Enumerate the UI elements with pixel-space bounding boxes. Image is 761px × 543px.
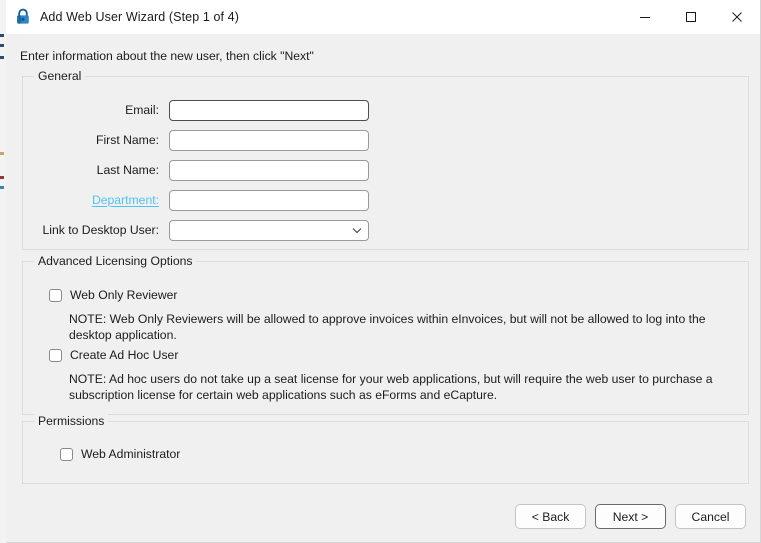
first-name-input[interactable]: [169, 129, 369, 151]
general-group: General Email: First Name: Last Name: De…: [22, 69, 749, 250]
link-to-desktop-user-label: Link to Desktop User:: [42, 223, 159, 237]
advanced-group-legend: Advanced Licensing Options: [34, 254, 197, 268]
bg-mark: [0, 34, 4, 37]
link-to-desktop-user-select[interactable]: [169, 219, 369, 241]
email-label: Email:: [125, 103, 159, 117]
field-row-email: Email:: [23, 99, 369, 121]
bg-mark: [0, 44, 4, 47]
last-name-label: Last Name:: [96, 163, 159, 177]
department-link[interactable]: Department:: [23, 193, 169, 207]
lock-icon: [14, 8, 32, 26]
web-only-reviewer-checkbox[interactable]: [49, 288, 62, 302]
advanced-licensing-options-group: Advanced Licensing Options Web Only Revi…: [22, 254, 749, 415]
close-icon: [732, 12, 742, 22]
web-only-reviewer-checkbox-row[interactable]: Web Only Reviewer: [49, 288, 177, 302]
close-button[interactable]: [714, 0, 760, 34]
field-row-first-name: First Name:: [23, 129, 369, 151]
instruction-text: Enter information about the new user, th…: [20, 49, 314, 63]
email-input[interactable]: [169, 99, 369, 121]
web-only-reviewer-note: NOTE: Web Only Reviewers will be allowed…: [69, 312, 706, 342]
cancel-button[interactable]: Cancel: [675, 504, 746, 529]
permissions-group-legend: Permissions: [34, 414, 109, 428]
bg-mark: [0, 176, 4, 179]
web-only-reviewer-label: Web Only Reviewer: [70, 288, 178, 302]
bg-mark: [0, 56, 4, 59]
chevron-down-icon: [346, 227, 368, 234]
last-name-input[interactable]: [169, 159, 369, 181]
first-name-label: First Name:: [96, 133, 159, 147]
permissions-group: Permissions Web Administrator: [22, 414, 749, 484]
minimize-icon: [640, 17, 650, 18]
window-controls: [622, 0, 760, 34]
create-ad-hoc-user-label: Create Ad Hoc User: [70, 348, 179, 362]
create-ad-hoc-user-checkbox[interactable]: [49, 348, 62, 362]
maximize-icon: [686, 12, 696, 22]
field-row-department: Department:: [23, 189, 369, 211]
back-button[interactable]: < Back: [515, 504, 586, 529]
general-group-legend: General: [34, 69, 86, 83]
add-web-user-wizard-dialog: Add Web User Wizard (Step 1 of 4) Enter …: [6, 0, 761, 543]
minimize-button[interactable]: [622, 0, 668, 34]
create-ad-hoc-user-note: NOTE: Ad hoc users do not take up a seat…: [69, 372, 713, 402]
dialog-footer: < Back Next > Cancel: [515, 504, 746, 529]
field-row-link-to-desktop-user: Link to Desktop User:: [23, 219, 369, 241]
field-row-last-name: Last Name:: [23, 159, 369, 181]
bg-mark: [0, 152, 4, 155]
web-administrator-checkbox[interactable]: [60, 447, 73, 461]
dialog-content: Enter information about the new user, th…: [6, 34, 760, 542]
create-ad-hoc-user-checkbox-row[interactable]: Create Ad Hoc User: [49, 348, 178, 362]
maximize-button[interactable]: [668, 0, 714, 34]
web-administrator-label: Web Administrator: [81, 447, 181, 461]
web-administrator-checkbox-row[interactable]: Web Administrator: [60, 447, 180, 461]
window-title: Add Web User Wizard (Step 1 of 4): [40, 10, 239, 24]
title-bar: Add Web User Wizard (Step 1 of 4): [6, 0, 760, 34]
department-input[interactable]: [169, 189, 369, 211]
bg-mark: [0, 186, 4, 189]
next-button[interactable]: Next >: [595, 504, 666, 529]
